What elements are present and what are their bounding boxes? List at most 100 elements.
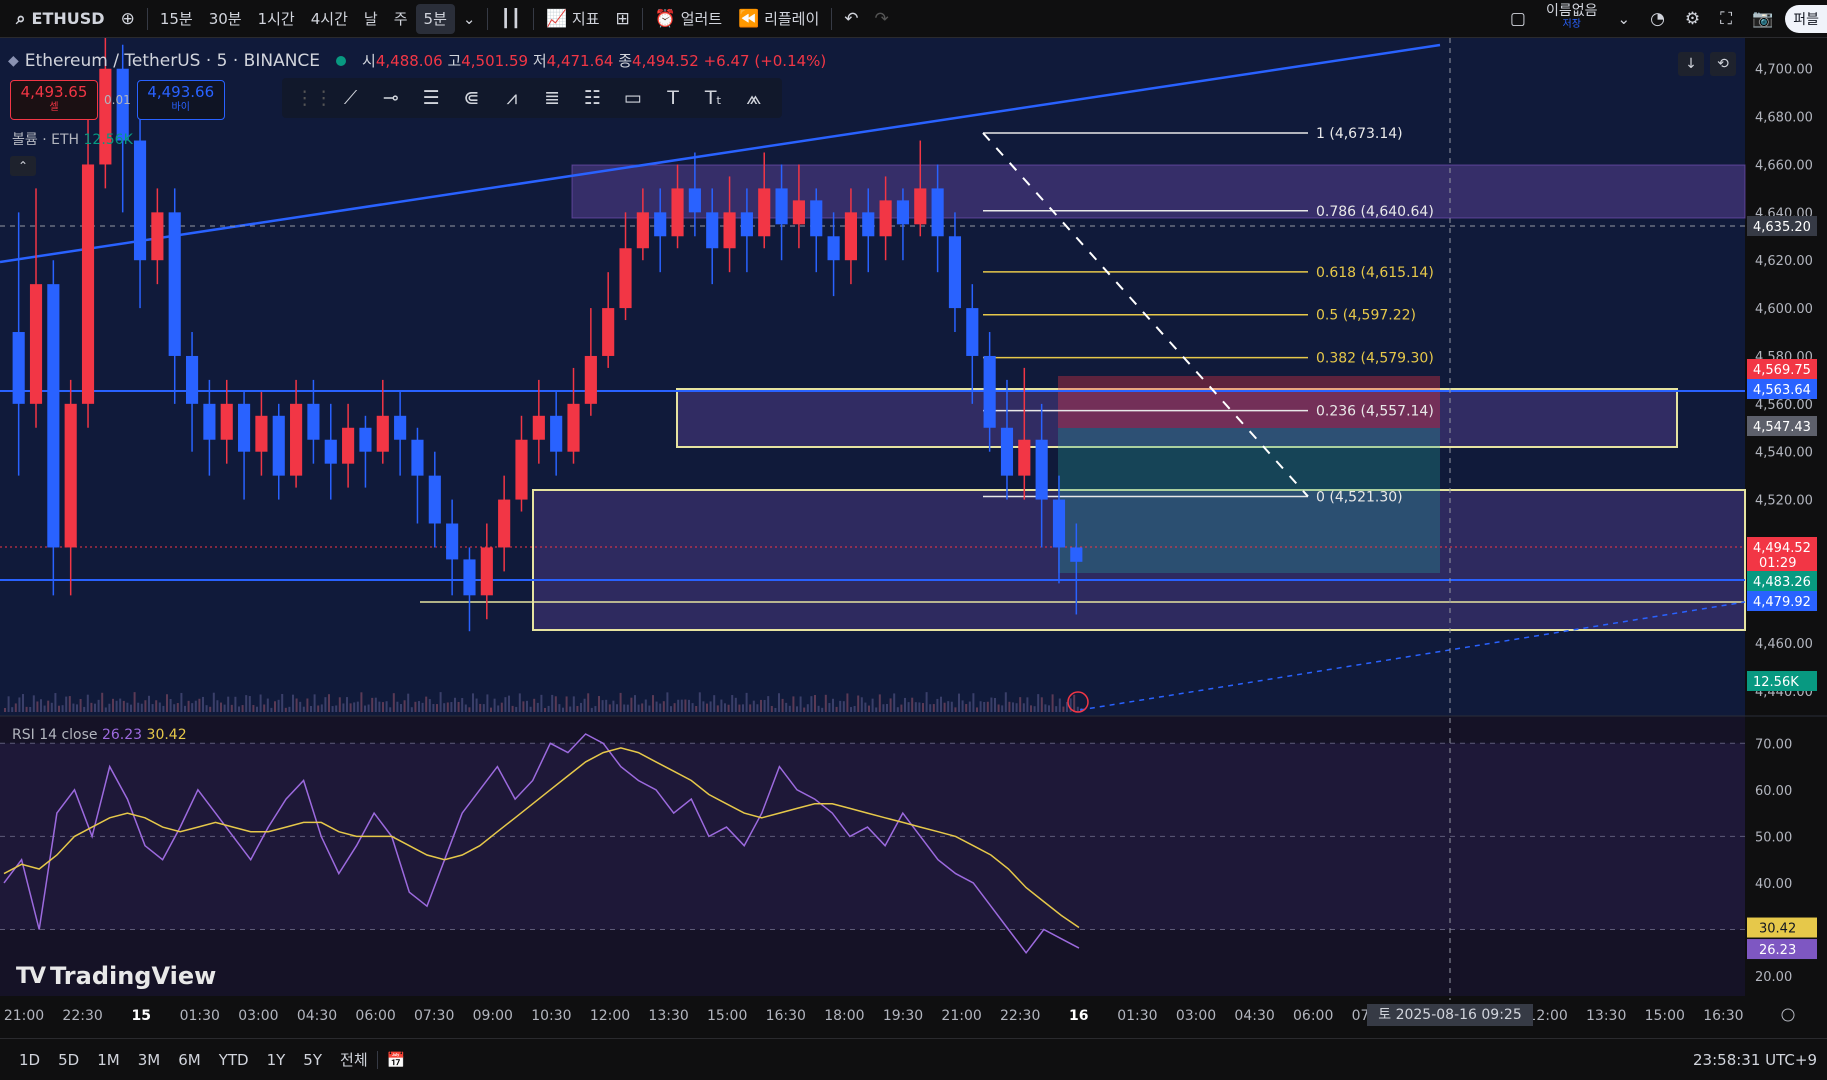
open-value: 4,488.06 — [375, 52, 443, 70]
price-note-icon[interactable]: Tₜ — [698, 87, 728, 109]
snapshot-button[interactable]: 📷 — [1744, 4, 1781, 34]
time-tick-label: 01:30 — [1117, 1008, 1157, 1024]
range-5y[interactable]: 5Y — [294, 1051, 331, 1069]
chart-area[interactable]: 4,700.00 4,680.00 4,660.00 4,640.00 4,620.00… — [0, 38, 1827, 1038]
save-button[interactable]: 이름없음 저장 — [1538, 4, 1606, 34]
replay-label: 리플레이 — [764, 10, 820, 28]
volume-bar — [724, 703, 726, 712]
layouts-button[interactable]: ⊞ — [608, 4, 638, 34]
range-6m[interactable]: 6M — [169, 1051, 210, 1069]
candle-body — [133, 140, 147, 261]
interval-4h[interactable]: 4시간 — [303, 4, 356, 34]
range-1m[interactable]: 1M — [88, 1051, 129, 1069]
fib-level-label: 0.382 (4,579.30) — [1316, 351, 1434, 367]
pattern-icon[interactable]: ⩘ — [497, 87, 527, 109]
volume-bar — [425, 696, 428, 712]
interval-30m[interactable]: 30분 — [201, 4, 250, 34]
volume-bar — [1030, 705, 1032, 712]
undo-button[interactable]: ↶ — [836, 4, 866, 34]
tradingview-logo[interactable]: TV TradingView — [16, 962, 216, 990]
sell-label: 셀 — [49, 102, 59, 113]
volume-bar — [403, 700, 406, 712]
quick-search-button[interactable]: ◔ — [1642, 4, 1673, 34]
price-chart[interactable]: 4,700.004,680.004,660.004,640.004,620.00… — [0, 38, 1827, 1038]
indicators-button[interactable]: 📈 지표 — [538, 4, 608, 34]
volume-bar — [418, 701, 420, 712]
fib-retracement-icon[interactable]: ≣ — [537, 87, 567, 109]
interval-day[interactable]: 날 — [356, 4, 386, 34]
alert-button[interactable]: ⏰ 얼러트 — [647, 4, 730, 34]
candle-body — [706, 212, 719, 249]
gann-icon[interactable]: ☷ — [577, 87, 607, 109]
interval-5m[interactable]: 5분 — [415, 3, 455, 34]
replay-button[interactable]: ⏪ 리플레이 — [730, 4, 827, 34]
buy-button[interactable]: 4,493.66 바이 — [136, 80, 225, 120]
interval-week[interactable]: 주 — [386, 4, 416, 34]
legend-title[interactable]: Ethereum / TetherUS · 5 · BINANCE — [25, 51, 320, 71]
collapse-legend-button[interactable]: ⌃ — [10, 156, 36, 176]
scroll-to-latest-button[interactable]: ↓ — [1678, 52, 1704, 76]
range-3m[interactable]: 3M — [129, 1051, 170, 1069]
pitchfork-icon[interactable]: ⋐ — [456, 87, 486, 109]
parallel-channel-icon[interactable]: ☰ — [416, 87, 446, 109]
volume-bar — [961, 700, 964, 712]
trend-line-icon[interactable]: ⟋ — [335, 87, 365, 109]
volume-bar — [623, 704, 626, 712]
save-dropdown[interactable]: ⌄ — [1609, 4, 1638, 34]
volume-bar — [554, 696, 557, 712]
volume-bar — [644, 699, 647, 712]
volume-bar — [313, 694, 316, 712]
resistance-zone — [571, 164, 1746, 219]
range-all[interactable]: 전체 — [331, 1049, 377, 1070]
volume-bar — [508, 695, 510, 712]
volume-bar — [50, 702, 53, 712]
fullscreen-button[interactable]: ⛶ — [1712, 4, 1740, 34]
interval-1h[interactable]: 1시간 — [250, 4, 303, 34]
sell-button[interactable]: 4,493.65 셀 — [10, 80, 98, 120]
search-icon: ⌕ — [16, 8, 26, 29]
volume-bar — [104, 707, 107, 712]
interval-dropdown[interactable]: ⌄ — [455, 4, 484, 34]
publish-button[interactable]: 퍼블 — [1785, 5, 1827, 33]
settings-button[interactable]: ⚙ — [1677, 4, 1708, 34]
volume-bar — [641, 703, 644, 712]
volume-bar — [360, 692, 363, 712]
redo-button[interactable]: ↷ — [867, 4, 897, 34]
volume-bar — [238, 706, 240, 712]
compare-button[interactable]: ⊕ — [113, 4, 143, 34]
volume-bar — [270, 707, 273, 712]
volume-bar — [810, 696, 813, 712]
volume-bar — [576, 705, 579, 712]
symbol-name: ETHUSD — [31, 9, 105, 28]
layout-checkbox[interactable]: ▢ — [1502, 4, 1534, 34]
range-ytd[interactable]: YTD — [210, 1051, 258, 1069]
candle-body — [550, 415, 563, 452]
symbol-search[interactable]: ⌕ ETHUSD — [8, 4, 113, 34]
chart-type-button[interactable]: ┃┃ — [492, 4, 528, 34]
horizontal-ray-icon[interactable]: ⊸ — [376, 87, 406, 109]
volume-bar — [263, 704, 266, 712]
range-5d[interactable]: 5D — [49, 1051, 88, 1069]
candle-body — [983, 355, 996, 428]
reset-chart-button[interactable]: ⟲ — [1710, 52, 1736, 76]
volume-bar — [1015, 703, 1018, 712]
volume-bar — [54, 693, 57, 712]
drag-handle-icon[interactable]: ⋮⋮ — [295, 87, 333, 109]
interval-15m[interactable]: 15분 — [152, 4, 201, 34]
clock[interactable]: 23:58:31 UTC+9 — [1693, 1051, 1817, 1069]
volume-bar — [691, 703, 694, 712]
volume-bar — [500, 702, 503, 712]
volume-value: 12.56K — [83, 132, 133, 148]
range-1d[interactable]: 1D — [10, 1051, 49, 1069]
text-icon[interactable]: T — [658, 87, 688, 109]
rsi-tick-label: 20.00 — [1755, 970, 1792, 985]
candle-body — [238, 403, 251, 452]
fib-level-label: 0.786 (4,640.64) — [1316, 204, 1434, 220]
volume-bar — [954, 707, 957, 712]
range-1y[interactable]: 1Y — [258, 1051, 295, 1069]
refresh-icon: ⟲ — [1717, 56, 1729, 72]
rectangle-icon[interactable]: ▭ — [618, 87, 648, 109]
date-range-button[interactable]: 📅 — [376, 1050, 415, 1069]
elliott-wave-icon[interactable]: ⩕ — [739, 87, 769, 109]
camera-icon: 📷 — [1752, 9, 1774, 29]
